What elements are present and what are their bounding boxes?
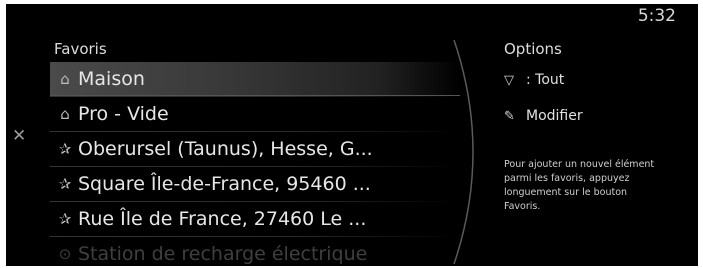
filter-icon: ▽ <box>504 72 514 88</box>
hint-text: Pour ajouter un nouvel élément parmi les… <box>504 159 655 212</box>
list-item-label: Station de recharge électrique <box>78 243 368 265</box>
location-icon: ⊙ <box>58 245 72 263</box>
nav-screen: 5:32 ✕ Favoris ⌂ Maison ⌂ Pro - Vide ✰ O… <box>6 4 698 266</box>
filter-button[interactable]: ▽ : Tout <box>504 62 694 98</box>
list-item-work[interactable]: ⌂ Pro - Vide <box>50 97 460 131</box>
list-item-label: Pro - Vide <box>78 103 169 125</box>
pencil-icon: ✎ <box>504 108 515 124</box>
options-panel: Options ▽ : Tout ✎ Modifier Pour ajouter… <box>504 36 694 214</box>
home-icon: ⌂ <box>60 69 70 88</box>
list-item-label: Maison <box>78 67 145 90</box>
list-item-label: Oberursel (Taunus), Hesse, G... <box>78 138 373 160</box>
edit-label: Modifier <box>526 108 583 124</box>
close-icon[interactable]: ✕ <box>12 126 26 146</box>
list-item-label: Rue Île de France, 27460 Le ... <box>78 208 367 230</box>
list-item[interactable]: ✰ Rue Île de France, 27460 Le ... <box>50 202 460 236</box>
briefcase-icon: ⌂ <box>60 105 70 123</box>
list-item[interactable]: ✰ Square Île-de-France, 95460 ... <box>50 167 460 201</box>
list-item[interactable]: ⊙ Station de recharge électrique <box>50 237 460 266</box>
pin-icon: ✰ <box>58 210 72 228</box>
favorites-panel: Favoris ⌂ Maison ⌂ Pro - Vide ✰ Oberurse… <box>50 36 460 266</box>
pin-icon: ✰ <box>58 140 72 158</box>
panel-divider-arc <box>453 39 474 265</box>
list-item-label: Square Île-de-France, 95460 ... <box>78 173 371 195</box>
pin-icon: ✰ <box>58 175 72 193</box>
favorites-title: Favoris <box>54 40 107 58</box>
edit-button[interactable]: ✎ Modifier <box>504 98 694 134</box>
list-item-home[interactable]: ⌂ Maison <box>50 62 460 96</box>
clock: 5:32 <box>637 6 676 26</box>
list-item[interactable]: ✰ Oberursel (Taunus), Hesse, G... <box>50 132 460 166</box>
options-title: Options <box>504 40 562 58</box>
filter-label: : Tout <box>526 72 565 88</box>
